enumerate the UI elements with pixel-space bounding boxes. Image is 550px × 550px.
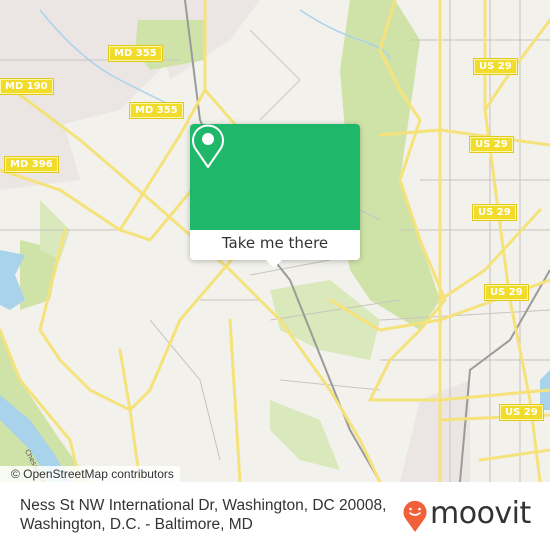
moovit-pin-icon [403,500,427,532]
footer: Ness St NW International Dr, Washington,… [0,482,550,550]
road-shield-us29: US 29 [484,284,529,301]
park-area [270,400,340,470]
road-shield-us29: US 29 [469,136,514,153]
location-popup: Take me there [190,124,360,268]
map-attribution[interactable]: © OpenStreetMap contributors [0,466,180,482]
address-line-2: Washington, D.C. - Baltimore, MD [20,516,253,533]
moovit-logo-text: moovit [430,496,531,531]
road-shield-md355: MD 355 [108,45,163,62]
road-shield-md396: MD 396 [4,156,59,173]
urban-area [400,380,470,482]
popup-header [190,124,360,230]
road-shield-us29: US 29 [473,58,518,75]
road-shield-us29: US 29 [472,204,517,221]
road-shield-us29: US 29 [499,404,544,421]
map-view[interactable]: MD 355 MD 190 MD 355 MD 396 US 29 US 29 … [0,0,550,482]
map-pin-icon [192,124,224,168]
popup-pointer [266,260,282,268]
address-text: Ness St NW International Dr, Washington,… [20,496,400,534]
road-shield-md355: MD 355 [129,102,184,119]
address-line-1: Ness St NW International Dr, Washington,… [20,497,387,514]
take-me-there-button[interactable]: Take me there [190,230,360,260]
road-shield-md190: MD 190 [0,78,54,95]
